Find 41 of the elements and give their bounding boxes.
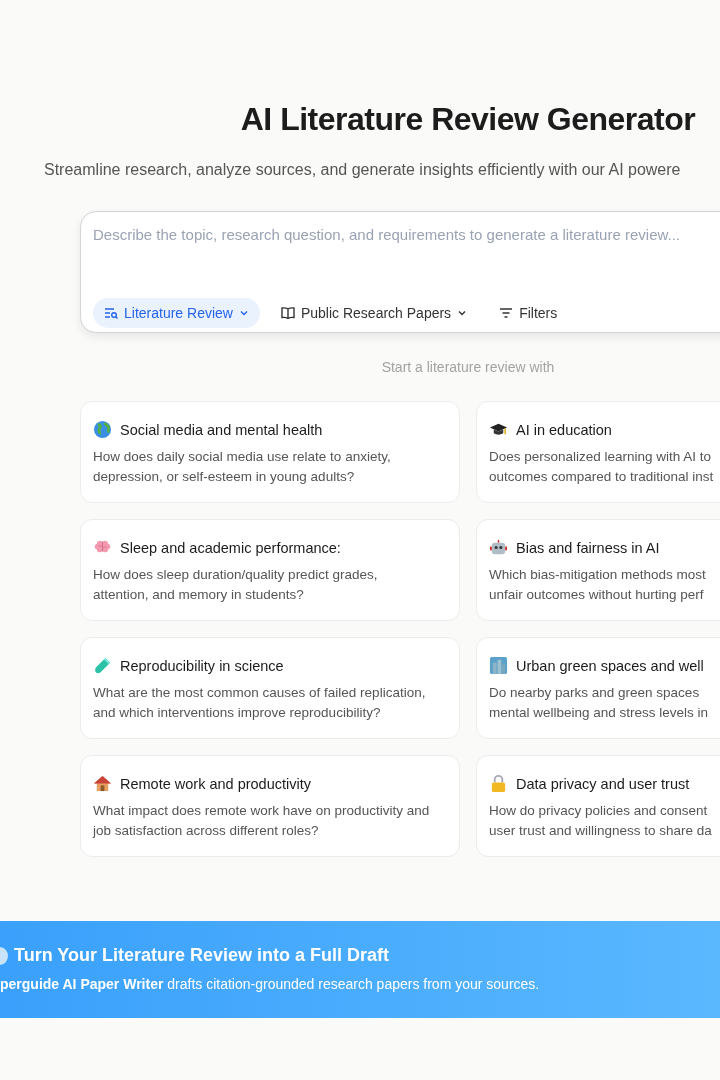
dropdown-button[interactable]: Literature Review (93, 298, 260, 328)
book-icon (279, 305, 296, 321)
robot-icon (489, 538, 508, 557)
suggestion-card[interactable]: Remote work and productivity What impact does remote work have on productivity and job satisfaction across different roles? (80, 755, 460, 857)
banner-title: Turn Your Literature Review into a Full Draft (14, 945, 390, 966)
card-question: What impact does remote work have on productivity and job satisfaction across different roles? (93, 802, 431, 840)
card-question: How does sleep duration/quality predict grades, attention, and memory in students? (93, 566, 379, 604)
card-question: How do privacy policies and consent user trust and willingness to share da (489, 802, 713, 840)
card-question: What are the most common causes of failed replication, and which interventions improve reproducibility? (93, 684, 427, 722)
test-tube-icon (93, 656, 112, 675)
card-title: AI in education (516, 421, 612, 438)
suggestions-caption: Start a literature review with (380, 359, 556, 375)
filters-button[interactable]: Filters (488, 298, 568, 328)
card-title: Sleep and academic performance: (120, 539, 341, 556)
card-title: Social media and mental health (120, 421, 323, 438)
suggestion-card[interactable]: AI in education Does personalized learning with AI to outcomes compared to traditional inst (476, 401, 720, 503)
card-title: Remote work and productivity (120, 775, 311, 792)
globe-icon (93, 420, 112, 439)
list-search-icon (103, 305, 119, 321)
card-title: Reproducibility in science (120, 657, 284, 674)
filter-icon (498, 305, 515, 321)
suggestion-card[interactable]: Urban green spaces and well Do nearby parks and green spaces mental wellbeing and stress levels in (476, 637, 720, 739)
card-title: Bias and fairness in AI (516, 539, 660, 556)
card-question: Which bias-mitigation methods most unfair outcomes without hurting perf (489, 566, 707, 604)
page-subtitle: Streamline research, analyze sources, and generate insights efficiently with our AI powere (44, 160, 682, 180)
suggestion-card[interactable]: Sleep and academic performance: How does sleep duration/quality predict grades, attention, and memory in students? (80, 519, 460, 621)
dropdown-button[interactable]: Public Research Papers (269, 298, 479, 328)
card-title: Urban green spaces and well (516, 657, 704, 674)
lock-icon (489, 774, 508, 793)
card-question: Do nearby parks and green spaces mental wellbeing and stress levels in (489, 684, 710, 722)
suggestion-card[interactable]: Bias and fairness in AI Which bias-mitigation methods most unfair outcomes without hurting perf (476, 519, 720, 621)
card-title: Data privacy and user trust (516, 775, 690, 792)
suggestion-card[interactable]: Data privacy and user trust How do privacy policies and consent user trust and willingness to share da (476, 755, 720, 857)
prompt-field[interactable]: Describe the topic, research question, and requirements to generate a literature review... Literature Review Public Research Papers Filters (80, 211, 720, 333)
banner-text: perguide AI Paper Writer drafts citation-grounded research papers from your sources. (0, 976, 541, 992)
page-title: AI Literature Review Generator (239, 100, 697, 138)
card-question: Does personalized learning with AI to outcomes compared to traditional inst (489, 448, 715, 486)
suggestion-card[interactable]: Reproducibility in science What are the most common causes of failed replication, and which interventions improve reproducibility? (80, 637, 460, 739)
card-question: How does daily social media use relate to anxiety, depression, or self-esteem in young adults? (93, 448, 392, 486)
suggestion-card[interactable]: Social media and mental health How does daily social media use relate to anxiety, depression, or self-esteem in young adults? (80, 401, 460, 503)
house-icon (93, 774, 112, 793)
